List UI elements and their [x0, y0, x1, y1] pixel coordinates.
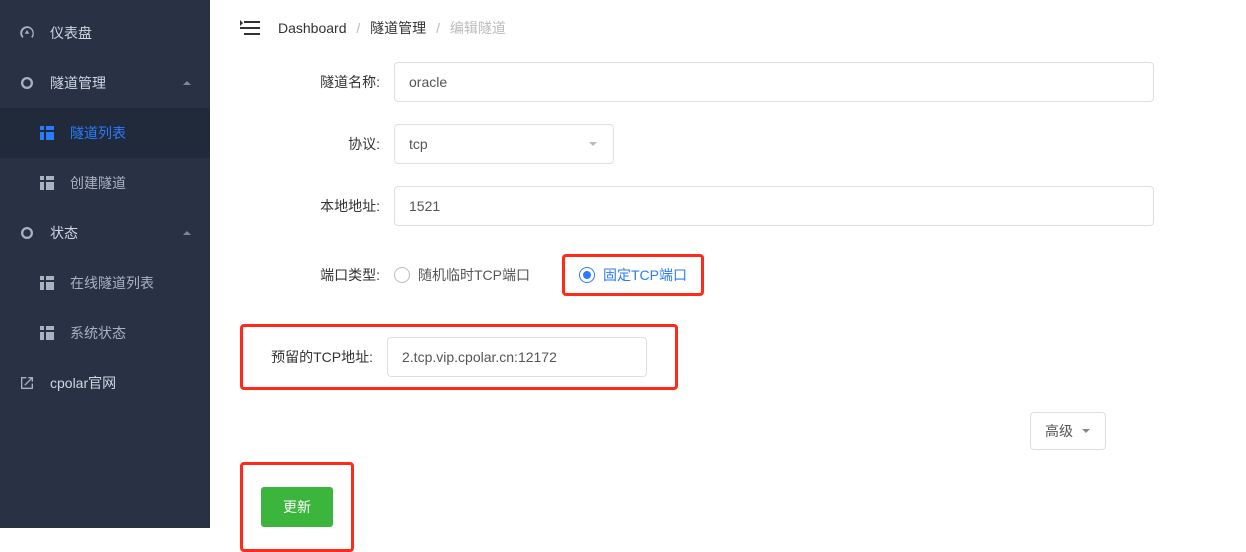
gauge-icon: [18, 24, 36, 42]
protocol-select[interactable]: tcp: [394, 124, 614, 164]
external-link-icon: [18, 374, 36, 392]
grid-icon: [40, 276, 54, 290]
chevron-down-icon: [182, 78, 192, 88]
sidebar-item-official-site[interactable]: cpolar官网: [0, 358, 210, 408]
advanced-toggle[interactable]: 高级: [1030, 412, 1106, 450]
grid-icon: [40, 126, 54, 140]
sidebar: 仪表盘 隧道管理 隧道列表 创建隧道: [0, 0, 210, 528]
radio-icon: [579, 267, 595, 283]
breadcrumb-section[interactable]: 隧道管理: [370, 20, 426, 36]
breadcrumb: Dashboard / 隧道管理 / 编辑隧道: [278, 18, 506, 38]
caret-down-icon: [1081, 426, 1091, 436]
menu-toggle-icon[interactable]: [240, 19, 260, 37]
sidebar-sub-label: 隧道列表: [70, 123, 126, 143]
label-tunnel-name: 隧道名称:: [264, 72, 394, 92]
sidebar-sub-tunnel-create[interactable]: 创建隧道: [0, 158, 210, 208]
sidebar-sub-label: 创建隧道: [70, 173, 126, 193]
port-type-group: 随机临时TCP端口 固定TCP端口: [394, 254, 704, 296]
sidebar-item-label: 仪表盘: [50, 23, 192, 43]
topbar: Dashboard / 隧道管理 / 编辑隧道: [240, 18, 1216, 38]
tunnel-name-input[interactable]: [394, 62, 1154, 102]
breadcrumb-current: 编辑隧道: [450, 20, 506, 36]
chevron-down-icon: [587, 138, 599, 150]
radio-label: 固定TCP端口: [603, 265, 687, 285]
label-local-address: 本地地址:: [264, 196, 394, 216]
sidebar-sub-label: 系统状态: [70, 323, 126, 343]
sidebar-item-label: cpolar官网: [50, 373, 192, 393]
ring-icon: [18, 74, 36, 92]
protocol-value: tcp: [409, 136, 428, 152]
sidebar-item-dashboard[interactable]: 仪表盘: [0, 8, 210, 58]
port-type-fixed[interactable]: 固定TCP端口: [579, 265, 687, 285]
sidebar-item-label: 状态: [50, 223, 182, 243]
highlight-box: 更新: [240, 462, 354, 552]
breadcrumb-sep: /: [436, 20, 440, 36]
chevron-down-icon: [182, 228, 192, 238]
grid-icon: [40, 176, 54, 190]
grid-icon: [40, 326, 54, 340]
update-button[interactable]: 更新: [261, 487, 333, 527]
local-address-input[interactable]: [394, 186, 1154, 226]
button-label: 更新: [283, 499, 311, 515]
breadcrumb-sep: /: [356, 20, 360, 36]
radio-icon: [394, 267, 410, 283]
sidebar-item-label: 隧道管理: [50, 73, 182, 93]
sidebar-sub-status-system[interactable]: 系统状态: [0, 308, 210, 358]
sidebar-item-status[interactable]: 状态: [0, 208, 210, 258]
tunnel-edit-form: 隧道名称: 协议: tcp 本地地址: 端口类型:: [240, 62, 1216, 552]
label-protocol: 协议:: [264, 134, 394, 154]
radio-label: 随机临时TCP端口: [418, 265, 530, 285]
highlight-box: 预留的TCP地址:: [240, 324, 678, 390]
ring-icon: [18, 224, 36, 242]
label-reserved-tcp: 预留的TCP地址:: [257, 347, 387, 367]
advanced-label: 高级: [1045, 421, 1073, 441]
port-type-random[interactable]: 随机临时TCP端口: [394, 265, 530, 285]
highlight-box: 固定TCP端口: [562, 254, 704, 296]
label-port-type: 端口类型:: [264, 265, 394, 285]
reserved-tcp-input[interactable]: [387, 337, 647, 377]
sidebar-item-tunnel[interactable]: 隧道管理: [0, 58, 210, 108]
main-content: Dashboard / 隧道管理 / 编辑隧道 隧道名称: 协议: tcp: [210, 0, 1246, 528]
sidebar-sub-status-online[interactable]: 在线隧道列表: [0, 258, 210, 308]
sidebar-sub-tunnel-list[interactable]: 隧道列表: [0, 108, 210, 158]
breadcrumb-root[interactable]: Dashboard: [278, 20, 347, 36]
sidebar-sub-label: 在线隧道列表: [70, 273, 154, 293]
